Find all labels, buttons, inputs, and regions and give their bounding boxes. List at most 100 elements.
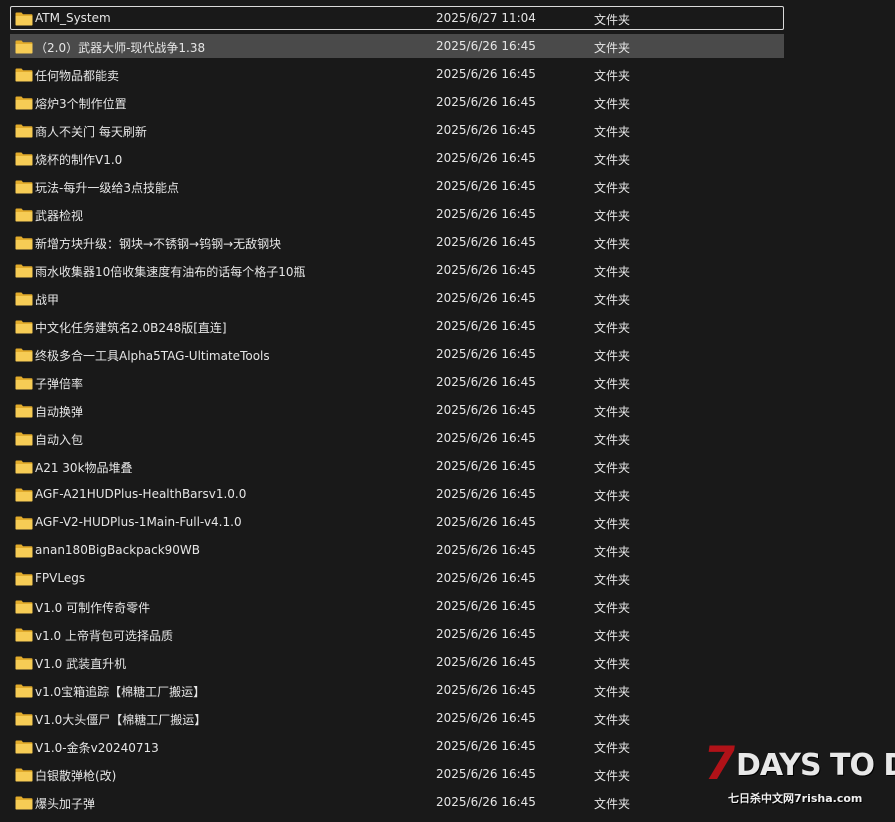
file-row-24[interactable]: v1.0宝箱追踪【棉糖工厂搬运】 2025/6/26 16:45 文件夹: [10, 678, 784, 702]
file-date: 2025/6/26 16:45: [436, 571, 536, 585]
file-type: 文件夹: [594, 69, 631, 83]
file-name: ATM_System: [35, 11, 111, 25]
file-name: 白银散弹枪(改): [35, 769, 117, 783]
file-type: 文件夹: [594, 545, 631, 559]
file-row-19[interactable]: anan180BigBackpack90WB 2025/6/26 16:45 文…: [10, 538, 784, 562]
file-name: 新增方块升级：钢块→不锈钢→钨钢→无敌钢块: [35, 237, 282, 251]
folder-icon: [15, 96, 33, 110]
file-row-13[interactable]: 子弹倍率 2025/6/26 16:45 文件夹: [10, 370, 784, 394]
file-date: 2025/6/26 16:45: [436, 683, 536, 697]
file-name: AGF-A21HUDPlus-HealthBarsv1.0.0: [35, 487, 247, 501]
file-row-9[interactable]: 雨水收集器10倍收集速度有油布的话每个格子10瓶 2025/6/26 16:45…: [10, 258, 784, 282]
file-date: 2025/6/26 16:45: [436, 515, 536, 529]
file-type: 文件夹: [594, 713, 631, 727]
file-list: ATM_System 2025/6/27 11:04 文件夹 （2.0）武器大师…: [10, 6, 784, 818]
folder-icon: [15, 768, 33, 782]
folder-icon: [15, 12, 33, 26]
file-row-28[interactable]: 爆头加子弹 2025/6/26 16:45 文件夹: [10, 790, 784, 814]
file-type: 文件夹: [594, 685, 631, 699]
file-row-2[interactable]: 任何物品都能卖 2025/6/26 16:45 文件夹: [10, 62, 784, 86]
file-date: 2025/6/26 16:45: [436, 39, 536, 53]
file-date: 2025/6/26 16:45: [436, 627, 536, 641]
file-name: 玩法-每升一级给3点技能点: [35, 181, 179, 195]
file-date: 2025/6/26 16:45: [436, 459, 536, 473]
file-name: 任何物品都能卖: [35, 69, 120, 83]
file-type: 文件夹: [594, 265, 631, 279]
folder-icon: [15, 320, 33, 334]
file-type: 文件夹: [594, 97, 631, 111]
folder-icon: [15, 572, 33, 586]
folder-icon: [15, 544, 33, 558]
file-date: 2025/6/26 16:45: [436, 235, 536, 249]
file-name: v1.0宝箱追踪【棉糖工厂搬运】: [35, 685, 206, 699]
file-type: 文件夹: [594, 321, 631, 335]
file-type: 文件夹: [594, 489, 631, 503]
file-row-1[interactable]: （2.0）武器大师-现代战争1.38 2025/6/26 16:45 文件夹: [10, 34, 784, 58]
file-name: anan180BigBackpack90WB: [35, 543, 201, 557]
file-date: 2025/6/26 16:45: [436, 207, 536, 221]
file-row-27[interactable]: 白银散弹枪(改) 2025/6/26 16:45 文件夹: [10, 762, 784, 786]
file-row-25[interactable]: V1.0大头僵尸【棉糖工厂搬运】 2025/6/26 16:45 文件夹: [10, 706, 784, 730]
file-type: 文件夹: [594, 349, 631, 363]
file-row-6[interactable]: 玩法-每升一级给3点技能点 2025/6/26 16:45 文件夹: [10, 174, 784, 198]
folder-icon: [15, 516, 33, 530]
file-type: 文件夹: [594, 797, 631, 811]
file-date: 2025/6/26 16:45: [436, 599, 536, 613]
file-date: 2025/6/26 16:45: [436, 375, 536, 389]
file-row-20[interactable]: FPVLegs 2025/6/26 16:45 文件夹: [10, 566, 784, 590]
file-type: 文件夹: [594, 181, 631, 195]
file-type: 文件夹: [594, 153, 631, 167]
file-date: 2025/6/26 16:45: [436, 123, 536, 137]
file-row-11[interactable]: 中文化任务建筑名2.0B248版[直连] 2025/6/26 16:45 文件夹: [10, 314, 784, 338]
file-type: 文件夹: [594, 629, 631, 643]
folder-icon: [15, 656, 33, 670]
folder-icon: [15, 264, 33, 278]
file-row-22[interactable]: v1.0 上帝背包可选择品质 2025/6/26 16:45 文件夹: [10, 622, 784, 646]
file-row-14[interactable]: 自动换弹 2025/6/26 16:45 文件夹: [10, 398, 784, 422]
folder-icon: [15, 488, 33, 502]
file-row-0[interactable]: ATM_System 2025/6/27 11:04 文件夹: [10, 6, 784, 30]
file-date: 2025/6/26 16:45: [436, 739, 536, 753]
file-date: 2025/6/26 16:45: [436, 151, 536, 165]
folder-icon: [15, 236, 33, 250]
file-row-17[interactable]: AGF-A21HUDPlus-HealthBarsv1.0.0 2025/6/2…: [10, 482, 784, 506]
file-name: A21 30k物品堆叠: [35, 461, 133, 475]
file-row-8[interactable]: 新增方块升级：钢块→不锈钢→钨钢→无敌钢块 2025/6/26 16:45 文件…: [10, 230, 784, 254]
file-name: （2.0）武器大师-现代战争1.38: [35, 41, 206, 55]
file-date: 2025/6/26 16:45: [436, 767, 536, 781]
folder-icon: [15, 292, 33, 306]
folder-icon: [15, 740, 33, 754]
file-row-10[interactable]: 战甲 2025/6/26 16:45 文件夹: [10, 286, 784, 310]
file-type: 文件夹: [594, 41, 631, 55]
file-name: V1.0 可制作传奇零件: [35, 601, 151, 615]
folder-icon: [15, 460, 33, 474]
file-row-15[interactable]: 自动入包 2025/6/26 16:45 文件夹: [10, 426, 784, 450]
file-row-4[interactable]: 商人不关门 每天刷新 2025/6/26 16:45 文件夹: [10, 118, 784, 142]
file-row-7[interactable]: 武器检视 2025/6/26 16:45 文件夹: [10, 202, 784, 226]
file-name: 熔炉3个制作位置: [35, 97, 127, 111]
file-type: 文件夹: [594, 237, 631, 251]
file-row-21[interactable]: V1.0 可制作传奇零件 2025/6/26 16:45 文件夹: [10, 594, 784, 618]
file-row-18[interactable]: AGF-V2-HUDPlus-1Main-Full-v4.1.0 2025/6/…: [10, 510, 784, 534]
folder-icon: [15, 180, 33, 194]
file-date: 2025/6/26 16:45: [436, 291, 536, 305]
file-row-12[interactable]: 终极多合一工具Alpha5TAG-UltimateTools 2025/6/26…: [10, 342, 784, 366]
file-name: 爆头加子弹: [35, 797, 96, 811]
file-name: 子弹倍率: [35, 377, 84, 391]
file-row-5[interactable]: 烧杯的制作V1.0 2025/6/26 16:45 文件夹: [10, 146, 784, 170]
file-row-23[interactable]: V1.0 武装直升机 2025/6/26 16:45 文件夹: [10, 650, 784, 674]
file-type: 文件夹: [594, 601, 631, 615]
folder-icon: [15, 404, 33, 418]
file-row-26[interactable]: V1.0-金条v20240713 2025/6/26 16:45 文件夹: [10, 734, 784, 758]
file-date: 2025/6/26 16:45: [436, 67, 536, 81]
folder-icon: [15, 68, 33, 82]
file-type: 文件夹: [594, 125, 631, 139]
file-type: 文件夹: [594, 461, 631, 475]
file-row-3[interactable]: 熔炉3个制作位置 2025/6/26 16:45 文件夹: [10, 90, 784, 114]
folder-icon: [15, 628, 33, 642]
folder-icon: [15, 600, 33, 614]
file-type: 文件夹: [594, 741, 631, 755]
file-name: 商人不关门 每天刷新: [35, 125, 147, 139]
file-row-16[interactable]: A21 30k物品堆叠 2025/6/26 16:45 文件夹: [10, 454, 784, 478]
file-name: 雨水收集器10倍收集速度有油布的话每个格子10瓶: [35, 265, 306, 279]
